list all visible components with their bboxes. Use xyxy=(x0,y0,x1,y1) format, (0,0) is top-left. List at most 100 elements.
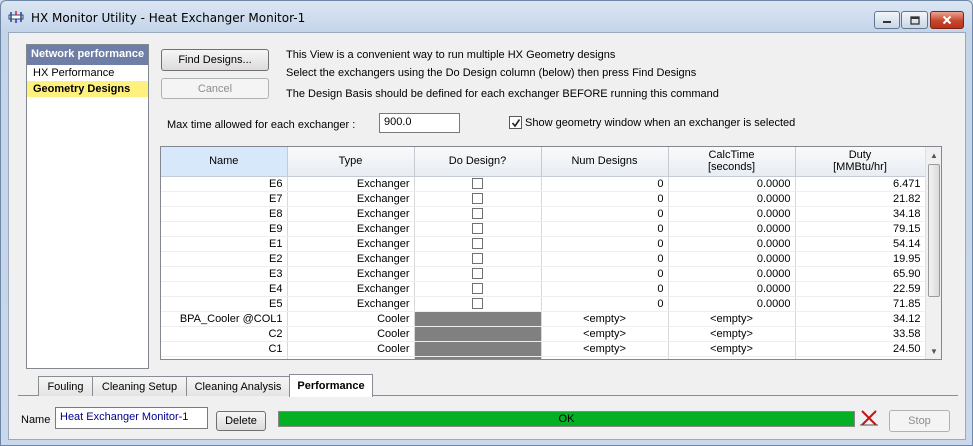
cell-do-design[interactable] xyxy=(414,266,542,282)
cell-calc-time[interactable]: 0.0000 xyxy=(668,266,796,282)
cell-do-design[interactable] xyxy=(414,281,542,297)
cell-type[interactable]: Exchanger xyxy=(287,191,415,207)
do-design-checkbox[interactable] xyxy=(472,178,483,190)
do-design-checkbox[interactable] xyxy=(472,298,483,310)
cell-type[interactable]: Exchanger xyxy=(287,236,415,252)
cell-name[interactable]: E9 xyxy=(161,221,288,237)
cell-duty[interactable]: 22.59 xyxy=(795,281,926,297)
cell-type[interactable]: Exchanger xyxy=(287,266,415,282)
table-row[interactable]: E3 Exchanger 0 0.0000 65.90 xyxy=(161,266,926,282)
cell-name[interactable]: C2 xyxy=(161,326,288,342)
cell-do-design[interactable] xyxy=(414,296,542,312)
cell-duty[interactable]: 33.58 xyxy=(795,326,926,342)
cell-do-design[interactable] xyxy=(414,191,542,207)
cell-type[interactable]: Exchanger xyxy=(287,251,415,267)
cell-num-designs[interactable]: 0 xyxy=(541,176,669,192)
cell-calc-time[interactable]: <empty> xyxy=(668,311,796,327)
cell-calc-time[interactable]: <empty> xyxy=(668,356,796,359)
cell-duty[interactable]: 24.50 xyxy=(795,341,926,357)
cell-name[interactable]: E8 xyxy=(161,206,288,222)
do-design-checkbox[interactable] xyxy=(472,208,483,220)
cell-type[interactable]: Exchanger xyxy=(287,206,415,222)
tab-fouling[interactable]: Fouling xyxy=(38,376,93,396)
cell-duty[interactable]: 71.85 xyxy=(795,296,926,312)
table-row[interactable]: E7 Exchanger 0 0.0000 21.82 xyxy=(161,191,926,207)
cell-name[interactable]: E3 xyxy=(161,266,288,282)
close-button[interactable] xyxy=(930,11,964,29)
table-row[interactable]: E5 Exchanger 0 0.0000 71.85 xyxy=(161,296,926,312)
find-designs-button[interactable]: Find Designs... xyxy=(161,49,269,71)
cell-duty[interactable]: 21.21 xyxy=(795,356,926,359)
cell-duty[interactable]: 79.15 xyxy=(795,221,926,237)
do-design-checkbox[interactable] xyxy=(472,253,483,265)
error-x-icon[interactable] xyxy=(859,408,879,428)
column-header-duty[interactable]: Duty [MMBtu/hr] xyxy=(795,147,926,177)
cell-type[interactable]: Exchanger xyxy=(287,296,415,312)
do-design-checkbox[interactable] xyxy=(472,283,483,295)
cell-num-designs[interactable]: 0 xyxy=(541,206,669,222)
table-row[interactable]: E9 Exchanger 0 0.0000 79.15 xyxy=(161,221,926,237)
cell-type[interactable]: Exchanger xyxy=(287,176,415,192)
cell-duty[interactable]: 6.471 xyxy=(795,176,926,192)
cell-type[interactable]: Cooler xyxy=(287,341,415,357)
cell-duty[interactable]: 19.95 xyxy=(795,251,926,267)
cancel-button[interactable]: Cancel xyxy=(161,78,269,99)
scroll-down-icon[interactable]: ▼ xyxy=(926,343,941,359)
cell-num-designs[interactable]: <empty> xyxy=(541,341,669,357)
table-row[interactable]: C4Cooler<empty><empty>21.21 xyxy=(161,356,926,359)
column-header-name[interactable]: Name xyxy=(161,147,288,177)
cell-calc-time[interactable]: 0.0000 xyxy=(668,221,796,237)
cell-name[interactable]: E1 xyxy=(161,236,288,252)
cell-num-designs[interactable]: 0 xyxy=(541,296,669,312)
do-design-checkbox[interactable] xyxy=(472,268,483,280)
nav-item-hx-performance[interactable]: HX Performance xyxy=(27,65,148,81)
do-design-checkbox[interactable] xyxy=(472,193,483,205)
maximize-button[interactable] xyxy=(901,11,928,29)
cell-name[interactable]: C4 xyxy=(161,356,288,359)
cell-do-design[interactable] xyxy=(414,176,542,192)
cell-num-designs[interactable]: 0 xyxy=(541,281,669,297)
grid-vertical-scrollbar[interactable]: ▲ ▼ xyxy=(925,147,941,359)
cell-type[interactable]: Cooler xyxy=(287,311,415,327)
cell-calc-time[interactable]: 0.0000 xyxy=(668,251,796,267)
stop-button[interactable]: Stop xyxy=(889,410,950,432)
cell-calc-time[interactable]: 0.0000 xyxy=(668,281,796,297)
cell-calc-time[interactable]: <empty> xyxy=(668,326,796,342)
table-row[interactable]: E8 Exchanger 0 0.0000 34.18 xyxy=(161,206,926,222)
delete-button[interactable]: Delete xyxy=(216,411,266,431)
cell-num-designs[interactable]: 0 xyxy=(541,266,669,282)
cell-name[interactable]: C1 xyxy=(161,341,288,357)
show-geometry-checkbox[interactable] xyxy=(509,116,522,129)
tab-cleaning-setup[interactable]: Cleaning Setup xyxy=(92,376,187,396)
minimize-button[interactable] xyxy=(874,11,900,29)
cell-duty[interactable]: 65.90 xyxy=(795,266,926,282)
cell-calc-time[interactable]: 0.0000 xyxy=(668,176,796,192)
column-header-num-designs[interactable]: Num Designs xyxy=(541,147,669,177)
cell-num-designs[interactable]: 0 xyxy=(541,251,669,267)
cell-duty[interactable]: 34.18 xyxy=(795,206,926,222)
cell-duty[interactable]: 21.82 xyxy=(795,191,926,207)
cell-num-designs[interactable]: <empty> xyxy=(541,311,669,327)
tab-cleaning-analysis[interactable]: Cleaning Analysis xyxy=(186,376,290,396)
column-header-do-design[interactable]: Do Design? xyxy=(414,147,542,177)
cell-calc-time[interactable]: 0.0000 xyxy=(668,206,796,222)
column-header-calc-time[interactable]: CalcTime [seconds] xyxy=(668,147,796,177)
cell-do-design[interactable] xyxy=(414,221,542,237)
scroll-thumb[interactable] xyxy=(928,164,940,297)
cell-name[interactable]: BPA_Cooler @COL1 xyxy=(161,311,288,327)
cell-num-designs[interactable]: 0 xyxy=(541,221,669,237)
cell-do-design[interactable] xyxy=(414,251,542,267)
title-bar[interactable]: HX Monitor Utility - Heat Exchanger Moni… xyxy=(1,1,972,31)
scroll-up-icon[interactable]: ▲ xyxy=(926,147,941,163)
max-time-input[interactable]: 900.0 xyxy=(379,113,460,133)
cell-name[interactable]: E5 xyxy=(161,296,288,312)
cell-calc-time[interactable]: 0.0000 xyxy=(668,191,796,207)
monitor-name-input[interactable]: Heat Exchanger Monitor-1 xyxy=(55,407,208,429)
cell-type[interactable]: Cooler xyxy=(287,326,415,342)
table-row[interactable]: E6 Exchanger 0 0.0000 6.471 xyxy=(161,176,926,192)
cell-num-designs[interactable]: <empty> xyxy=(541,356,669,359)
cell-name[interactable]: E7 xyxy=(161,191,288,207)
do-design-checkbox[interactable] xyxy=(472,238,483,250)
cell-calc-time[interactable]: 0.0000 xyxy=(668,236,796,252)
table-row[interactable]: E2 Exchanger 0 0.0000 19.95 xyxy=(161,251,926,267)
